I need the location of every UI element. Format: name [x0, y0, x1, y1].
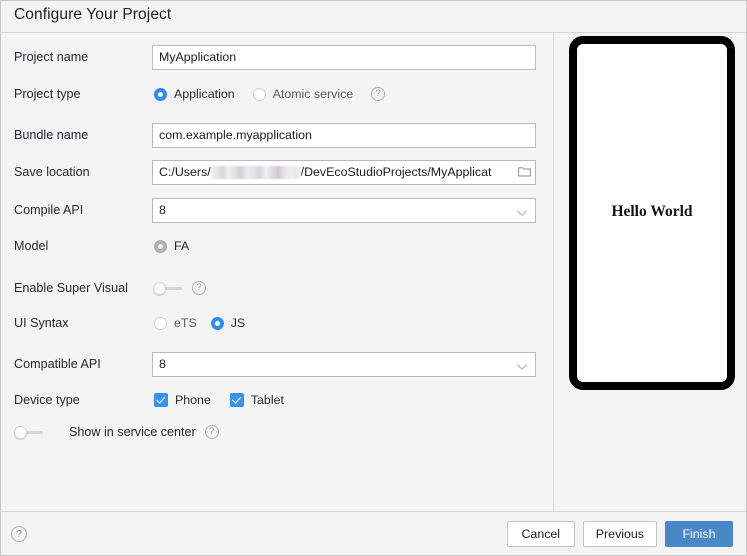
- row-project-name: Project name MyApplication: [1, 44, 553, 70]
- control-project-type: Application Atomic service ?: [154, 87, 386, 101]
- row-ui-syntax: UI Syntax eTS JS: [1, 310, 553, 336]
- label-save-location: Save location: [14, 165, 90, 179]
- radio-on-icon: [154, 87, 167, 101]
- configure-project-dialog: Configure Your Project Project name MyAp…: [0, 0, 747, 556]
- folder-icon[interactable]: [518, 167, 531, 178]
- previous-button[interactable]: Previous: [582, 520, 657, 547]
- radio-project-type-atomic-service[interactable]: Atomic service: [252, 87, 354, 101]
- dialog-footer: ? Cancel Previous Finish: [1, 511, 746, 555]
- control-device-type: Phone Tablet: [154, 393, 303, 407]
- model-radio-group: FA: [154, 239, 207, 253]
- compile-api-value: 8: [159, 203, 166, 217]
- label-device-type: Device type: [14, 393, 80, 407]
- chevron-down-icon: [516, 360, 528, 371]
- control-save-location: C:/Users/ /DevEcoStudioProjects/MyApplica…: [152, 159, 536, 185]
- row-project-type: Project type Application Atomic service …: [1, 81, 553, 107]
- row-compile-api: Compile API 8: [1, 197, 553, 223]
- save-location-suffix: /DevEcoStudioProjects/MyApplicat: [300, 165, 492, 179]
- checkbox-checked-icon: [229, 393, 244, 407]
- control-enable-super-visual: ?: [153, 281, 206, 295]
- radio-label-application: Application: [174, 87, 235, 101]
- radio-off-icon: [154, 316, 167, 330]
- label-project-name: Project name: [14, 50, 89, 64]
- checkbox-device-tablet[interactable]: Tablet: [229, 393, 284, 407]
- label-compile-api: Compile API: [14, 203, 84, 217]
- show-in-service-center-toggle[interactable]: [14, 425, 44, 439]
- project-type-radio-group: Application Atomic service ?: [154, 87, 386, 101]
- save-location-prefix: C:/Users/: [159, 165, 211, 179]
- dialog-body: Project name MyApplication Project type …: [1, 32, 746, 512]
- compatible-api-select[interactable]: 8: [152, 351, 536, 377]
- compile-api-select[interactable]: 8: [152, 197, 536, 223]
- radio-project-type-application[interactable]: Application: [154, 87, 235, 101]
- control-bundle-name: com.example.myapplication: [152, 122, 536, 148]
- finish-button[interactable]: Finish: [665, 520, 733, 547]
- help-icon-show-in-service-center[interactable]: ?: [204, 425, 219, 439]
- label-bundle-name: Bundle name: [14, 128, 89, 142]
- row-bundle-name: Bundle name com.example.myapplication: [1, 122, 553, 148]
- radio-model-fa: FA: [154, 239, 189, 253]
- row-device-type: Device type Phone Tablet: [1, 387, 553, 413]
- compatible-api-value: 8: [159, 357, 166, 371]
- row-compatible-api: Compatible API 8: [1, 351, 553, 377]
- row-show-in-service-center: Show in service center ?: [14, 425, 219, 439]
- help-icon-project-type[interactable]: ?: [371, 87, 386, 101]
- row-model: Model FA: [1, 233, 553, 259]
- help-icon-footer[interactable]: ?: [11, 525, 27, 542]
- control-model: FA: [154, 239, 207, 253]
- ui-syntax-radio-group: eTS JS: [154, 316, 263, 330]
- preview-text: Hello World: [611, 203, 693, 220]
- radio-label-fa: FA: [174, 239, 190, 253]
- project-config-form: Project name MyApplication Project type …: [1, 33, 553, 512]
- phone-preview: Hello World: [569, 36, 735, 390]
- radio-label-atomic-service: Atomic service: [272, 87, 354, 101]
- control-compatible-api: 8: [152, 351, 536, 377]
- label-compatible-api: Compatible API: [14, 357, 101, 371]
- page-title: Configure Your Project: [14, 6, 172, 23]
- label-enable-super-visual: Enable Super Visual: [14, 281, 128, 295]
- radio-on-disabled-icon: [154, 239, 167, 253]
- label-project-type: Project type: [14, 87, 81, 101]
- radio-off-icon: [252, 87, 266, 101]
- checkbox-device-phone[interactable]: Phone: [154, 393, 211, 407]
- checkbox-label-tablet: Tablet: [250, 393, 284, 407]
- radio-ui-syntax-js[interactable]: JS: [210, 316, 246, 330]
- footer-buttons: Cancel Previous Finish: [506, 520, 733, 547]
- save-location-input[interactable]: C:/Users/ /DevEcoStudioProjects/MyApplica…: [152, 159, 536, 185]
- radio-label-ets: eTS: [174, 316, 197, 330]
- bundle-name-input[interactable]: com.example.myapplication: [152, 122, 536, 148]
- label-model: Model: [14, 239, 49, 253]
- radio-ui-syntax-ets[interactable]: eTS: [154, 316, 197, 330]
- checkbox-label-phone: Phone: [175, 393, 211, 407]
- redacted-username: [210, 165, 301, 179]
- radio-label-js: JS: [230, 316, 246, 330]
- radio-on-icon: [210, 316, 224, 330]
- label-show-in-service-center: Show in service center: [69, 425, 196, 439]
- enable-super-visual-toggle[interactable]: [153, 281, 183, 295]
- control-project-name: MyApplication: [152, 44, 536, 70]
- toggle-knob: [153, 281, 166, 295]
- row-enable-super-visual: Enable Super Visual ?: [1, 275, 553, 301]
- control-compile-api: 8: [152, 197, 536, 223]
- control-ui-syntax: eTS JS: [154, 316, 263, 330]
- chevron-down-icon: [516, 206, 528, 217]
- help-icon-enable-super-visual[interactable]: ?: [192, 281, 206, 295]
- toggle-knob: [14, 425, 27, 439]
- checkbox-checked-icon: [154, 393, 168, 407]
- cancel-button[interactable]: Cancel: [506, 520, 575, 547]
- project-name-input[interactable]: MyApplication: [152, 44, 536, 70]
- row-save-location: Save location C:/Users/ /DevEcoStudioProj…: [1, 159, 553, 185]
- label-ui-syntax: UI Syntax: [14, 316, 69, 330]
- preview-panel: Hello World: [553, 33, 746, 512]
